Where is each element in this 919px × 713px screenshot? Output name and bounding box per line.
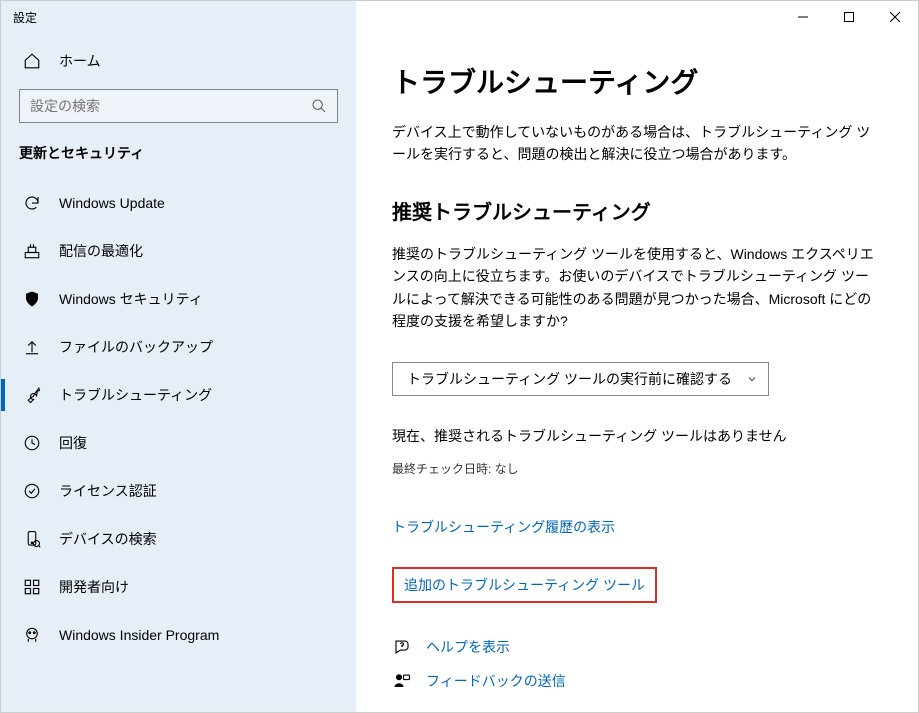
sidebar-item-label: Windows Insider Program bbox=[59, 627, 219, 643]
recovery-icon bbox=[23, 434, 41, 452]
sidebar-item-delivery-optimization[interactable]: 配信の最適化 bbox=[1, 227, 356, 275]
help-link[interactable]: ヘルプを表示 bbox=[392, 637, 882, 657]
recommendation-dropdown[interactable]: トラブルシューティング ツールの実行前に確認する bbox=[392, 362, 769, 396]
home-icon bbox=[23, 52, 41, 70]
sidebar-item-troubleshoot[interactable]: トラブルシューティング bbox=[1, 371, 356, 419]
wrench-icon bbox=[23, 386, 41, 404]
chevron-down-icon bbox=[746, 373, 758, 385]
status-text: 現在、推奨されるトラブルシューティング ツールはありません bbox=[392, 426, 882, 446]
feedback-link[interactable]: フィードバックの送信 bbox=[392, 671, 882, 691]
minimize-button[interactable] bbox=[780, 1, 826, 33]
link-history[interactable]: トラブルシューティング履歴の表示 bbox=[392, 517, 615, 537]
feedback-icon bbox=[392, 671, 412, 691]
feedback-label: フィードバックの送信 bbox=[426, 671, 566, 691]
window-controls bbox=[780, 1, 918, 33]
intro-text: デバイス上で動作していないものがある場合は、トラブルシューティング ツールを実行… bbox=[392, 121, 882, 166]
developer-icon bbox=[23, 578, 41, 596]
sidebar: ホーム 更新とセキュリティ Windows Update 配信の最適化 bbox=[1, 33, 356, 712]
search-box[interactable] bbox=[19, 89, 338, 123]
maximize-button[interactable] bbox=[826, 1, 872, 33]
sidebar-item-label: デバイスの検索 bbox=[59, 529, 157, 549]
sidebar-item-windows-update[interactable]: Windows Update bbox=[1, 179, 356, 227]
sidebar-home[interactable]: ホーム bbox=[1, 41, 356, 81]
sidebar-item-insider[interactable]: Windows Insider Program bbox=[1, 611, 356, 659]
backup-icon bbox=[23, 338, 41, 356]
sidebar-item-label: ファイルのバックアップ bbox=[59, 337, 213, 357]
insider-icon bbox=[23, 626, 41, 644]
sync-icon bbox=[23, 194, 41, 212]
help-icon bbox=[392, 637, 412, 657]
sidebar-item-recovery[interactable]: 回復 bbox=[1, 419, 356, 467]
close-button[interactable] bbox=[872, 1, 918, 33]
sidebar-item-activation[interactable]: ライセンス認証 bbox=[1, 467, 356, 515]
app-title: 設定 bbox=[1, 9, 37, 26]
sidebar-item-developer[interactable]: 開発者向け bbox=[1, 563, 356, 611]
content-pane: トラブルシューティング デバイス上で動作していないものがある場合は、トラブルシュ… bbox=[356, 33, 918, 712]
sidebar-item-label: トラブルシューティング bbox=[59, 385, 212, 405]
sidebar-home-label: ホーム bbox=[59, 51, 101, 71]
sidebar-item-backup[interactable]: ファイルのバックアップ bbox=[1, 323, 356, 371]
sidebar-item-security[interactable]: Windows セキュリティ bbox=[1, 275, 356, 323]
search-input[interactable] bbox=[30, 98, 311, 114]
sidebar-item-label: ライセンス認証 bbox=[59, 481, 157, 501]
sidebar-item-label: 開発者向け bbox=[59, 577, 129, 597]
sidebar-item-label: Windows Update bbox=[59, 195, 165, 211]
section-heading: 推奨トラブルシューティング bbox=[392, 196, 882, 225]
shield-icon bbox=[23, 290, 41, 308]
delivery-icon bbox=[23, 242, 41, 260]
page-heading: トラブルシューティング bbox=[392, 61, 882, 101]
find-device-icon bbox=[23, 530, 41, 548]
section-body: 推奨のトラブルシューティング ツールを使用すると、Windows エクスペリエン… bbox=[392, 243, 882, 333]
link-additional-tools[interactable]: 追加のトラブルシューティング ツール bbox=[392, 567, 657, 603]
sidebar-item-label: 回復 bbox=[59, 433, 87, 453]
dropdown-value: トラブルシューティング ツールの実行前に確認する bbox=[407, 369, 732, 389]
title-bar: 設定 bbox=[1, 1, 918, 33]
sidebar-item-label: Windows セキュリティ bbox=[59, 289, 203, 309]
last-checked-text: 最終チェック日時: なし bbox=[392, 460, 882, 477]
check-circle-icon bbox=[23, 482, 41, 500]
help-label: ヘルプを表示 bbox=[426, 637, 510, 657]
sidebar-category: 更新とセキュリティ bbox=[1, 137, 356, 179]
sidebar-item-find-device[interactable]: デバイスの検索 bbox=[1, 515, 356, 563]
sidebar-item-label: 配信の最適化 bbox=[59, 241, 143, 261]
search-icon bbox=[311, 98, 327, 114]
